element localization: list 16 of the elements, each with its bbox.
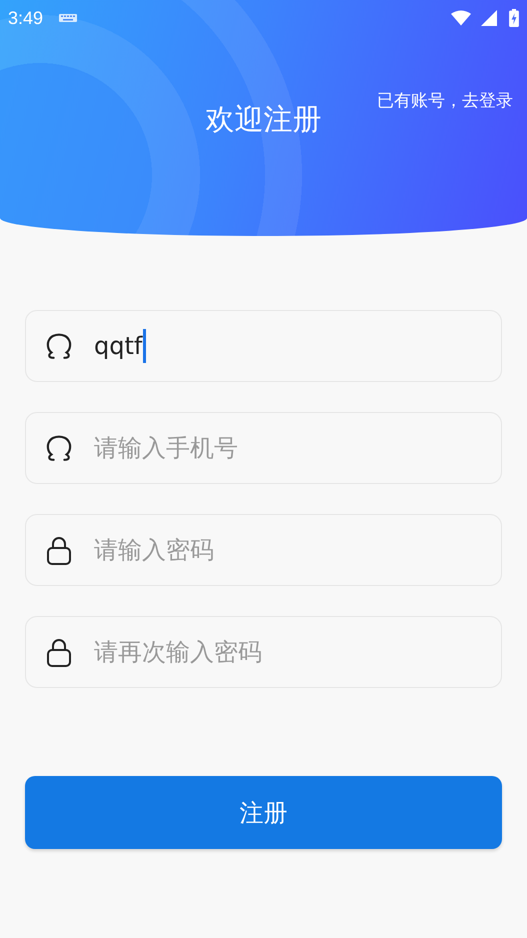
input-field[interactable]: qqtf: [25, 310, 502, 382]
signal-icon: [479, 10, 499, 26]
input-field[interactable]: 请再次输入密码: [25, 616, 502, 688]
register-button[interactable]: 注册: [25, 776, 502, 849]
user-icon: [45, 433, 73, 463]
wifi-icon: [451, 10, 471, 26]
status-time: 3:49: [8, 8, 44, 28]
input-field[interactable]: 请输入密码: [25, 514, 502, 586]
user-icon: [45, 331, 73, 361]
lock-icon: [45, 535, 73, 565]
input-field[interactable]: 请输入手机号: [25, 412, 502, 484]
keyboard-icon: [59, 14, 78, 22]
lock-icon: [45, 637, 73, 667]
page-title: 欢迎注册: [206, 101, 322, 138]
login-link[interactable]: 已有账号，去登录: [377, 89, 513, 112]
battery-icon: [509, 9, 519, 27]
